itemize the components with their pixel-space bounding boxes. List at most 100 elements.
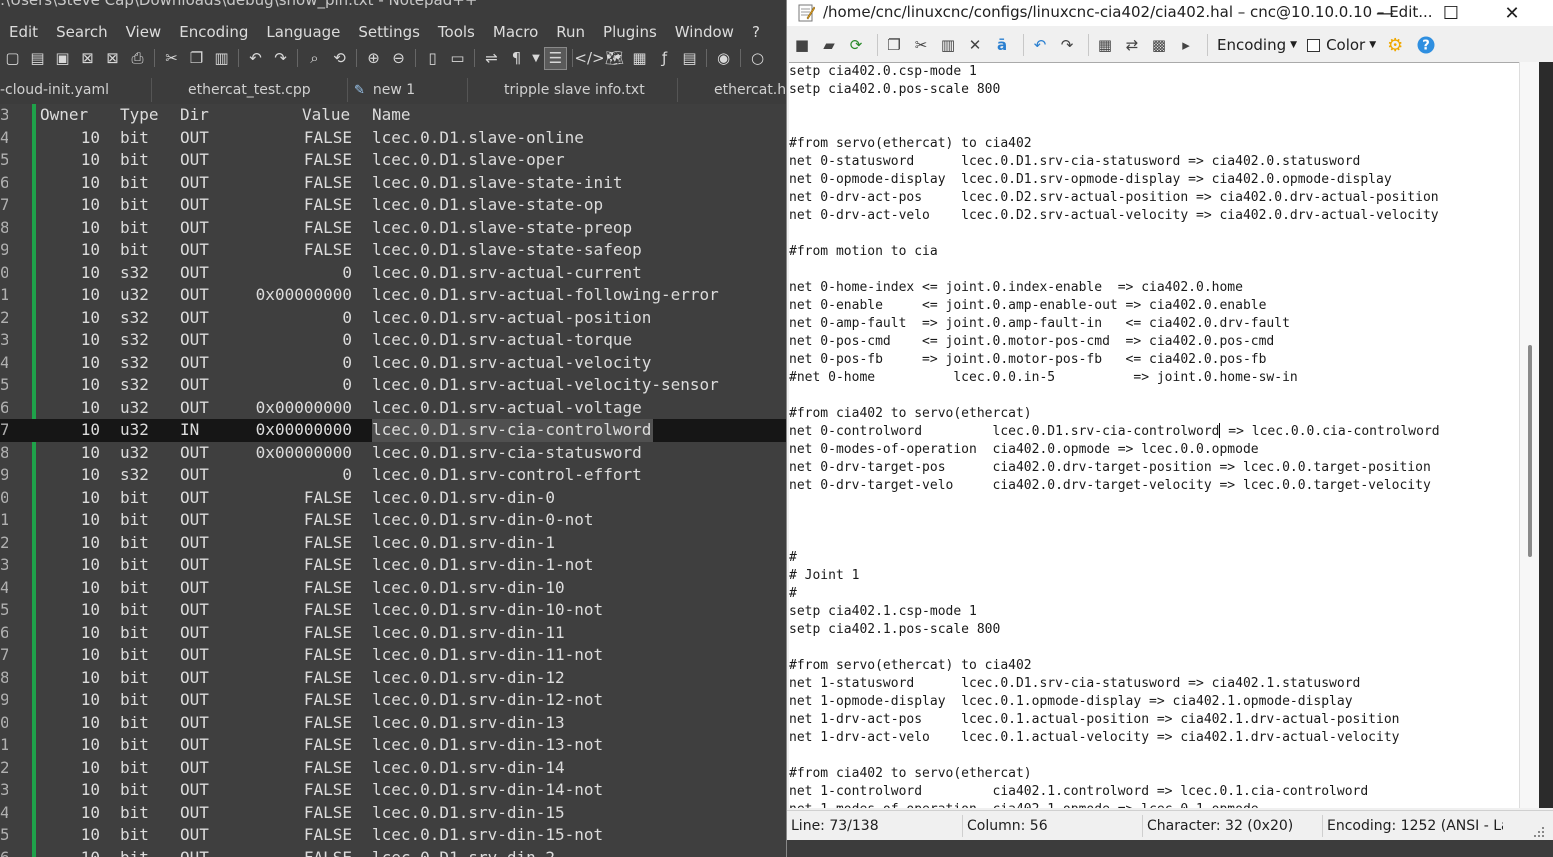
save-as-icon[interactable]: ▰ <box>818 34 840 56</box>
close-file-icon[interactable]: ⊠ <box>77 48 98 69</box>
sync-horizontal-icon[interactable]: ▭ <box>447 48 468 69</box>
menu-edit[interactable]: Edit <box>0 23 47 41</box>
zoom-in-icon[interactable]: ⊕ <box>363 48 384 69</box>
help-icon[interactable]: ? <box>1415 34 1437 56</box>
pin-dir: OUT <box>180 577 209 597</box>
select-all-icon[interactable]: ā <box>991 34 1013 56</box>
color-menu[interactable]: Color ▼ <box>1326 36 1376 54</box>
chevron-down-icon: ▼ <box>1369 40 1377 50</box>
replace-icon[interactable]: ⇄ <box>1121 34 1143 56</box>
doc-list-icon[interactable]: ▤ <box>679 48 700 69</box>
open-file-icon[interactable]: ▤ <box>27 48 48 69</box>
tab-1[interactable]: ethercat_test.cpp <box>152 78 348 102</box>
pin-row: 4 10 bit OUT FALSE lcec.0.D1.slave-online <box>0 127 790 150</box>
undo-icon[interactable]: ↶ <box>1029 34 1051 56</box>
word-wrap-icon[interactable]: ⇌ <box>481 48 502 69</box>
code-line: net 0-drv-target-pos cia402.0.drv-target… <box>789 460 1431 475</box>
pin-owner: 10 <box>80 802 100 822</box>
stop-icon[interactable]: ■ <box>791 34 813 56</box>
pin-type: bit <box>120 555 149 574</box>
pin-dir: OUT <box>180 555 209 574</box>
hal-text-area[interactable]: setp cia402.0.csp-mode 1 setp cia402.0.po… <box>789 62 1519 808</box>
code-line: # <box>789 586 797 601</box>
replace-icon[interactable]: ⟲ <box>329 48 350 69</box>
new-file-icon[interactable]: ▢ <box>2 48 23 69</box>
pin-row: 7 10 bit OUT FALSE lcec.0.D1.slave-state-op <box>0 194 790 217</box>
menu-help[interactable]: ? <box>743 23 769 41</box>
minimize-button[interactable]: — <box>1357 0 1413 26</box>
pin-owner: 10 <box>80 240 100 259</box>
color-checkbox[interactable] <box>1307 38 1321 52</box>
show-all-chars-icon[interactable]: ¶ <box>506 48 527 69</box>
encoding-menu[interactable]: Encoding ▼ <box>1217 36 1297 54</box>
pin-type: bit <box>120 172 149 192</box>
scrollbar-thumb[interactable] <box>1528 345 1532 557</box>
indent-guide-icon[interactable]: ☰ <box>544 46 567 70</box>
tab-0[interactable]: -cloud-init.yaml <box>0 78 152 102</box>
redo-icon[interactable]: ↷ <box>270 48 291 69</box>
menu-tools[interactable]: Tools <box>429 23 484 41</box>
code-line: # <box>789 550 797 565</box>
paste-icon[interactable]: ▥ <box>937 34 959 56</box>
pin-owner: 10 <box>80 600 100 619</box>
find-next-icon[interactable]: ▩ <box>1148 34 1170 56</box>
pin-name: lcec.0.D1.srv-actual-torque <box>372 330 633 349</box>
save-icon[interactable]: ▣ <box>52 48 73 69</box>
menu-window[interactable]: Window <box>666 23 743 41</box>
maximize-button[interactable]: ☐ <box>1423 0 1479 26</box>
tab-4[interactable]: ethercat.h <box>678 78 790 102</box>
delete-icon[interactable]: ✕ <box>964 34 986 56</box>
menu-search[interactable]: Search <box>47 23 117 41</box>
paste-icon[interactable]: ▥ <box>211 48 232 69</box>
pin-type: bit <box>120 217 149 237</box>
pin-row: 6 10 u32 OUT 0x00000000 lcec.0.D1.srv-actual-… <box>0 397 790 420</box>
close-button[interactable]: ✕ <box>1484 0 1540 26</box>
print-icon[interactable]: ⎙ <box>127 48 148 69</box>
monitoring-icon[interactable]: ◉ <box>713 48 734 69</box>
gear-icon[interactable]: ⚙ <box>1384 34 1406 56</box>
find-icon[interactable]: ⌕ <box>304 48 325 69</box>
zoom-out-icon[interactable]: ⊖ <box>388 48 409 69</box>
sync-vertical-icon[interactable]: ▯ <box>422 48 443 69</box>
menu-view[interactable]: View <box>117 23 171 41</box>
menu-macro[interactable]: Macro <box>484 23 547 41</box>
chevron-down-icon: ▼ <box>1290 40 1298 50</box>
redo-icon[interactable]: ↷ <box>1056 34 1078 56</box>
xml-tag-icon[interactable]: </> <box>574 48 604 69</box>
tab-2[interactable]: ✎ new 1 <box>348 78 468 102</box>
document-map-icon[interactable]: 🗺 <box>604 48 625 69</box>
pin-row: 5 10 bit OUT FALSE lcec.0.D1.srv-din-15-not <box>0 824 790 847</box>
close-all-icon[interactable]: ⊠ <box>102 48 123 69</box>
vertical-scrollbar[interactable] <box>1519 62 1539 808</box>
function-list-icon[interactable]: ƒ <box>654 48 675 69</box>
notepadpp-editor[interactable]: 3 Owner Type Dir Value Name 4 10 bit OUT FAL… <box>0 104 790 857</box>
menu-run[interactable]: Run <box>547 23 594 41</box>
line-number: 4 <box>0 127 8 147</box>
find-icon[interactable]: ▦ <box>1094 34 1116 56</box>
record-macro-icon[interactable]: ○ <box>747 48 768 69</box>
copy-icon[interactable]: ❐ <box>883 34 905 56</box>
menu-plugins[interactable]: Plugins <box>594 23 666 41</box>
undo-icon[interactable]: ↶ <box>245 48 266 69</box>
pin-owner: 10 <box>80 330 100 349</box>
cut-icon[interactable]: ✂ <box>161 48 182 69</box>
pin-owner: 10 <box>80 150 100 169</box>
cut-icon[interactable]: ✂ <box>910 34 932 56</box>
dropdown-arrow-icon[interactable]: ▼ <box>531 48 541 69</box>
pin-name: lcec.0.D1.srv-actual-velocity-sensor <box>372 375 719 394</box>
status-column: Column: 56 <box>963 814 1143 837</box>
reload-icon[interactable]: ⟳ <box>845 34 867 56</box>
code-line: net 0-modes-of-operation cia402.0.opmode… <box>789 442 1259 457</box>
copy-icon[interactable]: ❐ <box>186 48 207 69</box>
menu-settings[interactable]: Settings <box>349 23 429 41</box>
folder-workspace-icon[interactable]: ▦ <box>629 48 650 69</box>
resize-grip-icon[interactable] <box>1534 827 1544 837</box>
code-text: => lcec.0.0.cia-controlword <box>1220 424 1440 439</box>
menu-language[interactable]: Language <box>257 23 349 41</box>
pin-row: 5 10 bit OUT FALSE lcec.0.D1.slave-oper <box>0 149 790 172</box>
pin-value: 0 <box>342 352 352 372</box>
menu-encoding[interactable]: Encoding <box>170 23 257 41</box>
goto-line-icon[interactable]: ▸ <box>1175 34 1197 56</box>
tab-3[interactable]: tripple slave info.txt <box>468 78 678 102</box>
toolbar-separator <box>474 49 475 67</box>
